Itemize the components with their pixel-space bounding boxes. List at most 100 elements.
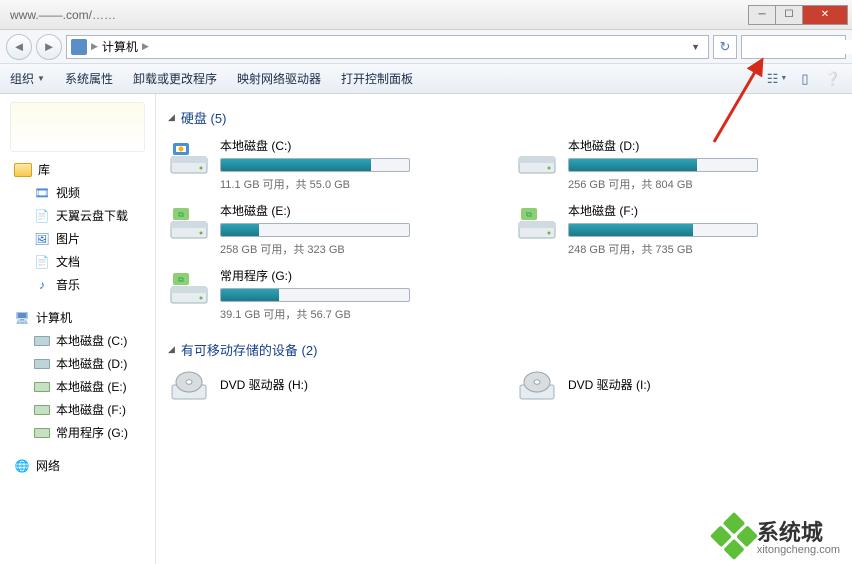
navigation-bar: ◄ ► ▶ 计算机 ▶ ▼ ↻ 🔍 [0, 30, 852, 64]
tree-item-label: 本地磁盘 (E:) [56, 378, 127, 395]
navigation-pane[interactable]: 库 🎞 视频 📄天翼云盘下载 🖼 图片 📄 文档 ♪ 音乐 🖥 计算机 本地磁盘 (C:) 本地磁… [0, 94, 156, 564]
tree-libraries-label: 库 [38, 161, 50, 178]
tree-item-label: 视频 [56, 184, 80, 201]
collapse-icon: ◢ [168, 112, 175, 123]
tree-item-label: 音乐 [56, 276, 80, 293]
music-icon: ♪ [34, 278, 50, 292]
breadcrumb-separator-icon: ▶ [91, 41, 98, 52]
drive-usage-bar [220, 223, 410, 237]
drive-status: 256 GB 可用，共 804 GB [568, 176, 840, 192]
dvd-item[interactable]: DVD 驱动器 (H:) [168, 369, 492, 403]
drive-name: 本地磁盘 (F:) [568, 202, 840, 219]
breadcrumb-separator-icon: ▶ [142, 41, 149, 52]
preview-pane-button[interactable]: ▯ [796, 71, 814, 87]
control-panel-button[interactable]: 打开控制面板 [341, 70, 413, 87]
tree-computer: 🖥 计算机 本地磁盘 (C:) 本地磁盘 (D:) 本地磁盘 (E:) 本地磁盘 (F… [0, 306, 155, 444]
collapse-icon: ◢ [168, 344, 175, 355]
network-icon: 🌐 [14, 459, 30, 473]
window-title: www.——.com/…… [10, 8, 749, 22]
tree-item-label: 本地磁盘 (F:) [56, 401, 126, 418]
dvd-name: DVD 驱动器 (H:) [220, 376, 308, 393]
search-box[interactable]: 🔍 [741, 35, 846, 59]
section-removable-label: 有可移动存储的设备 (2) [181, 340, 318, 359]
disk-icon [34, 359, 50, 369]
window-controls: ─ ☐ ✕ [749, 5, 848, 25]
disk-icon [34, 336, 50, 346]
drive-usage-bar [220, 288, 410, 302]
tree-drive-item[interactable]: 常用程序 (G:) [0, 421, 155, 444]
disk-icon [34, 382, 50, 392]
picture-icon: 🖼 [34, 232, 50, 246]
drive-status: 248 GB 可用，共 735 GB [568, 241, 840, 257]
section-disks-label: 硬盘 (5) [181, 108, 227, 127]
tree-libraries: 库 🎞 视频 📄天翼云盘下载 🖼 图片 📄 文档 ♪ 音乐 [0, 158, 155, 296]
tree-computer-head[interactable]: 🖥 计算机 [0, 306, 155, 329]
breadcrumb[interactable]: ▶ 计算机 ▶ ▼ [66, 35, 709, 59]
uninstall-button[interactable]: 卸载或更改程序 [133, 70, 217, 87]
svg-text:⧉: ⧉ [526, 210, 532, 219]
system-properties-button[interactable]: 系统属性 [65, 70, 113, 87]
drive-item[interactable]: ⧉ 本地磁盘 (E:) 258 GB 可用，共 323 GB [168, 202, 492, 257]
content-pane[interactable]: ◢ 硬盘 (5) 本地磁盘 (C:) 11.1 GB 可用，共 55.0 GB … [156, 94, 852, 564]
minimize-button[interactable]: ─ [748, 5, 776, 25]
breadcrumb-computer[interactable]: 计算机 [102, 38, 138, 55]
organize-menu[interactable]: 组织 ▼ [10, 70, 45, 87]
drive-item[interactable]: ⧉ 本地磁盘 (F:) 248 GB 可用，共 735 GB [516, 202, 840, 257]
close-button[interactable]: ✕ [802, 5, 848, 25]
tree-library-item[interactable]: 🎞 视频 [0, 181, 155, 204]
tree-drive-item[interactable]: 本地磁盘 (E:) [0, 375, 155, 398]
tree-drive-item[interactable]: 本地磁盘 (D:) [0, 352, 155, 375]
svg-text:⧉: ⧉ [178, 275, 184, 284]
tree-library-item[interactable]: 📄天翼云盘下载 [0, 204, 155, 227]
tree-drive-item[interactable]: 本地磁盘 (C:) [0, 329, 155, 352]
back-button[interactable]: ◄ [6, 34, 32, 60]
view-menu[interactable]: ☷▼ [768, 71, 786, 87]
dvd-icon [168, 369, 210, 403]
drive-icon: ⧉ [168, 202, 210, 244]
drive-status: 39.1 GB 可用，共 56.7 GB [220, 306, 492, 322]
tree-library-item[interactable]: ♪ 音乐 [0, 273, 155, 296]
help-button[interactable]: ❔ [824, 71, 842, 87]
tree-item-label: 文档 [56, 253, 80, 270]
tree-libraries-head[interactable]: 库 [0, 158, 155, 181]
tree-library-item[interactable]: 📄 文档 [0, 250, 155, 273]
drive-name: 本地磁盘 (C:) [220, 137, 492, 154]
computer-icon [71, 39, 87, 55]
drive-usage-bar [568, 158, 758, 172]
toolbar: 组织 ▼ 系统属性 卸载或更改程序 映射网络驱动器 打开控制面板 ☷▼ ▯ ❔ [0, 64, 852, 94]
video-icon: 🎞 [34, 186, 50, 200]
tree-network: 🌐 网络 [0, 454, 155, 477]
forward-button[interactable]: ► [36, 34, 62, 60]
dvd-item[interactable]: DVD 驱动器 (I:) [516, 369, 840, 403]
drive-icon [168, 137, 210, 179]
drive-name: 常用程序 (G:) [220, 267, 492, 284]
section-removable-header[interactable]: ◢ 有可移动存储的设备 (2) [168, 340, 840, 359]
document-icon: 📄 [34, 255, 50, 269]
tree-library-item[interactable]: 🖼 图片 [0, 227, 155, 250]
maximize-button[interactable]: ☐ [775, 5, 803, 25]
section-disks-header[interactable]: ◢ 硬盘 (5) [168, 108, 840, 127]
drive-usage-bar [220, 158, 410, 172]
dvd-name: DVD 驱动器 (I:) [568, 376, 651, 393]
disk-icon [34, 405, 50, 415]
drive-usage-bar [568, 223, 758, 237]
drive-item[interactable]: ⧉ 常用程序 (G:) 39.1 GB 可用，共 56.7 GB [168, 267, 492, 322]
refresh-button[interactable]: ↻ [713, 35, 737, 59]
tree-item-label: 常用程序 (G:) [56, 424, 128, 441]
drive-item[interactable]: 本地磁盘 (D:) 256 GB 可用，共 804 GB [516, 137, 840, 192]
map-drive-button[interactable]: 映射网络驱动器 [237, 70, 321, 87]
window-title-bar: www.——.com/…… ─ ☐ ✕ [0, 0, 852, 30]
tree-drive-item[interactable]: 本地磁盘 (F:) [0, 398, 155, 421]
dvd-icon [516, 369, 558, 403]
search-input[interactable] [748, 40, 852, 54]
computer-icon: 🖥 [14, 311, 30, 325]
drive-item[interactable]: 本地磁盘 (C:) 11.1 GB 可用，共 55.0 GB [168, 137, 492, 192]
drive-status: 258 GB 可用，共 323 GB [220, 241, 492, 257]
breadcrumb-dropdown[interactable]: ▼ [687, 42, 704, 52]
tree-item-label: 本地磁盘 (D:) [56, 355, 127, 372]
tree-item-label: 图片 [56, 230, 80, 247]
tree-network-label: 网络 [36, 457, 60, 474]
tree-network-head[interactable]: 🌐 网络 [0, 454, 155, 477]
tree-item-label: 本地磁盘 (C:) [56, 332, 127, 349]
tree-item-label: 天翼云盘下载 [56, 207, 128, 224]
